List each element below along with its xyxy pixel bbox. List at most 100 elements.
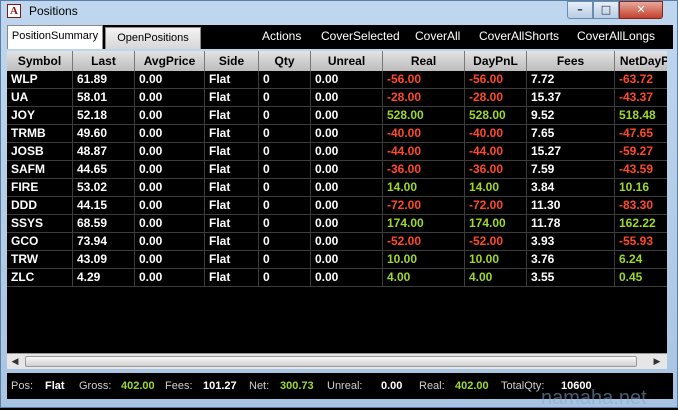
cell-avgprice: 0.00: [135, 251, 205, 268]
cell-real: -52.00: [383, 233, 465, 250]
table-row[interactable]: JOY 52.18 0.00 Flat 0 0.00 528.00 528.00 9.52 518…: [7, 107, 667, 125]
tab-open-positions[interactable]: OpenPositions: [105, 27, 201, 49]
cell-avgprice: 0.00: [135, 89, 205, 106]
cell-unreal: 0.00: [311, 71, 383, 88]
cell-netdaypnl: 518.48: [615, 107, 667, 124]
column-header-last[interactable]: Last: [73, 51, 135, 71]
column-header-fees[interactable]: Fees: [527, 51, 615, 71]
cell-last: 68.59: [73, 215, 135, 232]
cell-real: 14.00: [383, 179, 465, 196]
column-header-netdaypnl[interactable]: NetDayP: [615, 51, 667, 71]
cell-qty: 0: [259, 233, 311, 250]
gross-value: 402.00: [121, 380, 155, 392]
cell-daypnl: 10.00: [465, 251, 527, 268]
cell-netdaypnl: -43.37: [615, 89, 667, 106]
cell-qty: 0: [259, 125, 311, 142]
cell-symbol: JOSB: [7, 143, 73, 160]
cell-qty: 0: [259, 161, 311, 178]
cell-side: Flat: [205, 251, 259, 268]
cell-symbol: ZLC: [7, 269, 73, 286]
table-row[interactable]: DDD 44.15 0.00 Flat 0 0.00 -72.00 -72.00 11.30 -8…: [7, 197, 667, 215]
table-row[interactable]: TRW 43.09 0.00 Flat 0 0.00 10.00 10.00 3.76 6.24: [7, 251, 667, 269]
table-row[interactable]: JOSB 48.87 0.00 Flat 0 0.00 -44.00 -44.00 15.27-…: [7, 143, 667, 161]
cell-daypnl: -52.00: [465, 233, 527, 250]
column-header-real[interactable]: Real: [383, 51, 465, 71]
cell-fees: 15.37: [527, 89, 615, 106]
scroll-thumb[interactable]: [25, 356, 637, 367]
cell-avgprice: 0.00: [135, 269, 205, 286]
column-header-unreal[interactable]: Unreal: [311, 51, 383, 71]
table-row[interactable]: UA 58.01 0.00 Flat 0 0.00 -28.00 -28.00 15.37 -43…: [7, 89, 667, 107]
cell-netdaypnl: -63.72: [615, 71, 667, 88]
horizontal-scrollbar[interactable]: ◀ ▶: [7, 353, 667, 369]
cell-netdaypnl: -55.93: [615, 233, 667, 250]
cell-symbol: GCO: [7, 233, 73, 250]
table-row[interactable]: SSYS 68.59 0.00 Flat 0 0.00 174.00 174.00 11.78 1…: [7, 215, 667, 233]
cell-unreal: 0.00: [311, 179, 383, 196]
cover-selected-button[interactable]: CoverSelected: [321, 29, 400, 43]
cell-netdaypnl: 10.16: [615, 179, 667, 196]
column-header-side[interactable]: Side: [205, 51, 259, 71]
cell-fees: 15.27: [527, 143, 615, 160]
table-row[interactable]: ZLC 4.29 0.00 Flat 0 0.00 4.00 4.00 3.55 0.45: [7, 269, 667, 287]
real-value: 402.00: [455, 380, 489, 392]
pos-label: Pos:: [11, 380, 34, 392]
real-label: Real:: [419, 380, 445, 392]
minimize-button[interactable]: –: [567, 1, 593, 19]
scroll-left-icon[interactable]: ◀: [7, 354, 23, 369]
cell-symbol: FIRE: [7, 179, 73, 196]
cell-avgprice: 0.00: [135, 215, 205, 232]
cell-qty: 0: [259, 179, 311, 196]
close-button[interactable]: ✕: [619, 1, 663, 19]
table-row[interactable]: SAFM 44.65 0.00 Flat 0 0.00 -36.00 -36.00 7.59 -4…: [7, 161, 667, 179]
fees-value: 101.27: [203, 380, 237, 392]
unreal-label: Unreal:: [327, 380, 363, 392]
column-header-qty[interactable]: Qty: [259, 51, 311, 71]
cell-unreal: 0.00: [311, 125, 383, 142]
cell-avgprice: 0.00: [135, 71, 205, 88]
cell-symbol: TRMB: [7, 125, 73, 142]
table-row[interactable]: TRMB 49.60 0.00 Flat 0 0.00 -40.00 -40.00 7.65 -4…: [7, 125, 667, 143]
cell-symbol: DDD: [7, 197, 73, 214]
maximize-button[interactable]: □: [593, 1, 619, 19]
column-header-avgprice[interactable]: AvgPrice: [135, 51, 205, 71]
scroll-right-icon[interactable]: ▶: [649, 354, 665, 369]
title-bar[interactable]: A Positions – □ ✕: [1, 1, 677, 21]
tab-position-summary[interactable]: PositionSummary: [7, 25, 103, 49]
cell-fees: 7.59: [527, 161, 615, 178]
positions-grid: Symbol Last AvgPrice Side Qty Unreal Real DayPn…: [7, 51, 667, 353]
cell-symbol: UA: [7, 89, 73, 106]
cell-netdaypnl: -83.30: [615, 197, 667, 214]
cell-last: 61.89: [73, 71, 135, 88]
column-header-symbol[interactable]: Symbol: [7, 51, 73, 71]
cell-daypnl: 174.00: [465, 215, 527, 232]
cell-qty: 0: [259, 197, 311, 214]
net-label: Net:: [249, 380, 270, 392]
cell-qty: 0: [259, 89, 311, 106]
cell-qty: 0: [259, 107, 311, 124]
cell-avgprice: 0.00: [135, 179, 205, 196]
cell-fees: 3.84: [527, 179, 615, 196]
cell-unreal: 0.00: [311, 215, 383, 232]
cover-all-button[interactable]: CoverAll: [415, 29, 460, 43]
cell-daypnl: 14.00: [465, 179, 527, 196]
column-header-daypnl[interactable]: DayPnL: [465, 51, 527, 71]
cell-netdaypnl: 162.22: [615, 215, 667, 232]
cell-last: 73.94: [73, 233, 135, 250]
cell-side: Flat: [205, 215, 259, 232]
cell-avgprice: 0.00: [135, 107, 205, 124]
cover-all-shorts-button[interactable]: CoverAllShorts: [479, 29, 559, 43]
tab-bar: PositionSummary OpenPositions Actions Co…: [7, 25, 673, 49]
cell-qty: 0: [259, 143, 311, 160]
actions-menu[interactable]: Actions: [262, 29, 301, 43]
table-row[interactable]: GCO 73.94 0.00 Flat 0 0.00 -52.00 -52.00 3.93 -55…: [7, 233, 667, 251]
table-row[interactable]: WLP 61.89 0.00 Flat 0 0.00 -56.00 -56.00 7.72 -63…: [7, 71, 667, 89]
cover-all-longs-button[interactable]: CoverAllLongs: [577, 29, 655, 43]
cell-netdaypnl: -59.27: [615, 143, 667, 160]
cell-avgprice: 0.00: [135, 125, 205, 142]
cell-last: 48.87: [73, 143, 135, 160]
cell-symbol: SAFM: [7, 161, 73, 178]
table-row[interactable]: FIRE 53.02 0.00 Flat 0 0.00 14.00 14.00 3.84 10.1…: [7, 179, 667, 197]
totalqty-label: TotalQty:: [501, 380, 545, 392]
cell-last: 43.09: [73, 251, 135, 268]
